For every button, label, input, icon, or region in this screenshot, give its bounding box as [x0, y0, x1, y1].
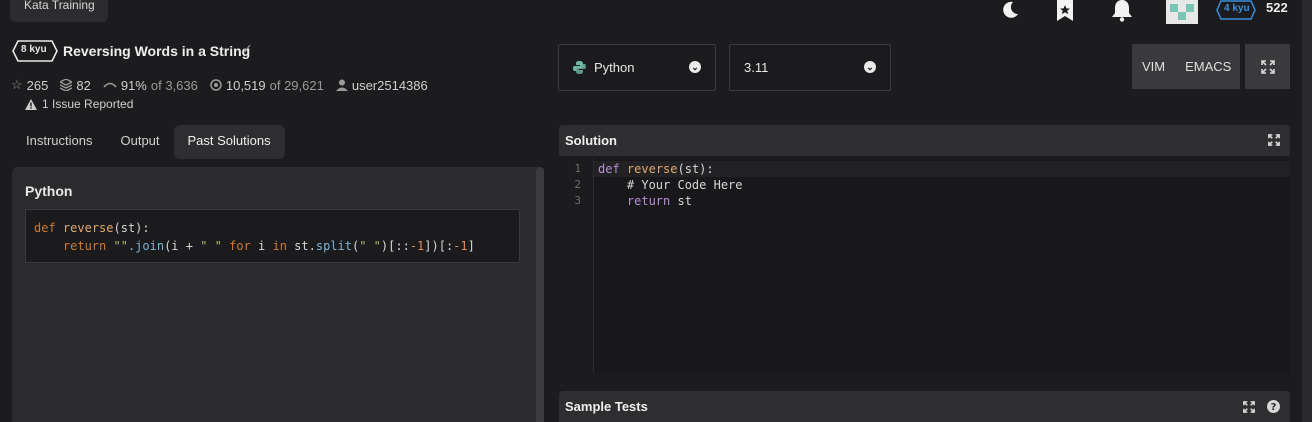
- avatar[interactable]: [1166, 0, 1198, 24]
- code-token: (i +: [164, 239, 201, 253]
- language-select[interactable]: Python ⌄: [558, 44, 716, 91]
- sample-tests-header: Sample Tests ?: [559, 391, 1290, 422]
- layers-icon: [60, 79, 73, 91]
- code-line: def reverse(st):: [598, 161, 714, 177]
- line-gutter: 1 2 3: [559, 159, 594, 373]
- code-token: "": [113, 239, 128, 253]
- solution-editor[interactable]: 1 2 3 def reverse(st): # Your Code Here …: [559, 159, 1290, 373]
- language-value: Python: [594, 60, 635, 75]
- code-token: ]: [467, 239, 475, 253]
- code-token: split: [315, 239, 352, 253]
- author-stat[interactable]: user2514386: [335, 77, 428, 93]
- instruction-tabs: Instructions Output Past Solutions: [12, 125, 285, 159]
- code-token: reverse: [626, 162, 678, 176]
- editor-mode-toggle: VIM EMACS: [1132, 44, 1240, 89]
- collections-count: 82: [76, 77, 91, 93]
- kyu-badge: 8 kyu: [12, 40, 58, 62]
- completed-stat: 10,519 of 29,621: [210, 78, 324, 93]
- code-token: .join: [127, 239, 165, 253]
- issues-link[interactable]: 1 Issue Reported: [25, 97, 133, 111]
- expand-icon[interactable]: [1243, 400, 1255, 413]
- version-select[interactable]: 3.11 ⌄: [729, 44, 891, 91]
- python-icon: [573, 61, 586, 74]
- code-token: )[::: [380, 239, 410, 253]
- vim-mode-button[interactable]: VIM: [1132, 59, 1175, 74]
- rank-badge[interactable]: 4 kyu: [1216, 0, 1256, 20]
- rank-label: 4 kyu: [1224, 3, 1250, 14]
- window-edge: [1302, 0, 1312, 422]
- svg-text:?: ?: [1271, 402, 1277, 413]
- code-line: # Your Code Here: [598, 177, 743, 193]
- bell-icon[interactable]: [1111, 0, 1133, 22]
- expand-icon: [1260, 59, 1275, 74]
- bookmark-icon[interactable]: [1056, 0, 1074, 22]
- code-token: -1: [453, 239, 468, 253]
- kata-training-button[interactable]: Kata Training: [10, 0, 108, 22]
- satisfaction-icon: [103, 82, 117, 88]
- stars-count: 265: [26, 77, 49, 93]
- code-token: return: [626, 194, 671, 208]
- past-solutions-panel: [12, 167, 544, 422]
- help-icon[interactable]: ?: [1267, 400, 1280, 413]
- line-number: 3: [574, 194, 581, 207]
- code-line: return st: [598, 193, 692, 209]
- kata-stats: ☆ 265 82 91% of 3,636 10,519 of 29,621 u…: [11, 77, 428, 93]
- kyu-label: 8 kyu: [21, 44, 47, 55]
- solution-header: Solution: [559, 125, 1290, 156]
- honor-score: 522: [1266, 0, 1288, 15]
- code-token: " ": [359, 239, 381, 253]
- author-name: user2514386: [351, 77, 428, 93]
- fullscreen-button[interactable]: [1245, 44, 1290, 89]
- satisfaction-value: 91%: [120, 77, 147, 93]
- completed-count: 10,519: [225, 77, 266, 93]
- kata-training-label: Kata Training: [24, 0, 95, 12]
- collections-stat[interactable]: 82: [60, 77, 91, 93]
- warning-icon: [25, 98, 37, 110]
- code-token: # Your Code Here: [626, 178, 743, 192]
- line-number: 2: [574, 178, 581, 191]
- code-token: -1: [409, 239, 425, 253]
- past-solution-code: def reverse(st): return "".join(i + " " …: [25, 209, 520, 263]
- code-token: (st):: [113, 221, 150, 235]
- target-icon: [210, 79, 222, 91]
- satisfaction-total: of 3,636: [150, 77, 198, 93]
- code-token: return: [62, 239, 107, 253]
- kata-title: Reversing Words in a String: [63, 43, 251, 59]
- emacs-mode-button[interactable]: EMACS: [1175, 59, 1241, 74]
- chevron-down-icon: ⌄: [864, 61, 876, 73]
- left-panel-scrollbar[interactable]: [536, 167, 544, 422]
- version-value: 3.11: [744, 60, 769, 75]
- sample-tests-title: Sample Tests: [565, 399, 648, 414]
- star-icon: ☆: [11, 77, 23, 92]
- code-token: in: [272, 239, 287, 253]
- code-token: ])[:: [424, 239, 454, 253]
- check-icon: ✓: [242, 41, 253, 56]
- issues-label: 1 Issue Reported: [42, 97, 134, 111]
- past-solution-language: Python: [25, 183, 73, 199]
- code-token: st: [670, 194, 692, 208]
- code-token: for: [229, 239, 251, 253]
- code-token: " ": [200, 239, 222, 253]
- line-number: 1: [574, 162, 581, 175]
- tab-output[interactable]: Output: [106, 125, 173, 159]
- code-token: i: [250, 239, 273, 253]
- expand-icon[interactable]: [1268, 134, 1280, 146]
- code-token: def: [34, 221, 56, 235]
- satisfaction-stat: 91% of 3,636: [103, 78, 198, 93]
- tab-instructions[interactable]: Instructions: [12, 125, 106, 159]
- code-token: st.: [286, 239, 316, 253]
- stars-stat[interactable]: ☆ 265: [11, 77, 48, 93]
- completed-total: of 29,621: [269, 77, 324, 93]
- code-token: (st):: [677, 162, 714, 176]
- solution-title: Solution: [565, 133, 617, 148]
- user-icon: [335, 79, 348, 91]
- chevron-down-icon: ⌄: [689, 61, 701, 73]
- code-token: reverse: [62, 221, 114, 235]
- tab-past-solutions[interactable]: Past Solutions: [173, 125, 285, 159]
- code-token: def: [598, 162, 620, 176]
- moon-icon[interactable]: [1000, 0, 1020, 20]
